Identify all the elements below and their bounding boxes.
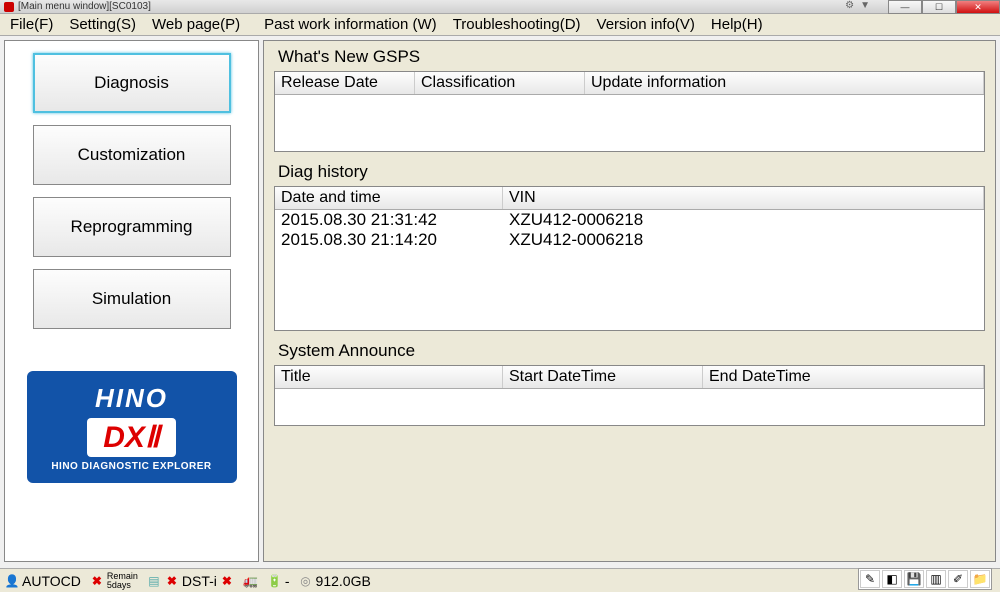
app-icon [4,2,14,12]
server-icon: ▤ [146,573,162,589]
pen-icon[interactable]: ✎ [860,570,880,588]
table-row[interactable]: 2015.08.30 21:14:20 XZU412-0006218 [275,230,984,250]
status-user: 👤 AUTOCD [4,573,81,589]
titlebar: [Main menu window][SC0103] ⚙ ▼ — ☐ ✕ [0,0,1000,14]
folder-icon[interactable]: 📁 [970,570,990,588]
truck-icon: 🚛 [243,573,259,589]
cell-datetime: 2015.08.30 21:14:20 [275,230,503,250]
cell-datetime: 2015.08.30 21:31:42 [275,210,503,230]
menu-help[interactable]: Help(H) [703,16,771,33]
disk-size: 912.0GB [316,573,371,589]
whats-new-title: What's New GSPS [274,47,985,67]
menu-troubleshoot[interactable]: Troubleshooting(D) [445,16,589,33]
col-classification[interactable]: Classification [415,72,585,94]
right-panel: What's New GSPS Release Date Classificat… [263,40,996,562]
status-disk: ◎ 912.0GB [298,573,371,589]
tool-palette: ✎ ◧ 💾 ▥ ✐ 📁 [858,568,992,590]
statusbar: 👤 AUTOCD ✖ Remain 5days ▤ ✖ DST-i ✖ 🚛 🔋 … [0,568,1000,592]
x-icon: ✖ [219,573,235,589]
disk-icon: ◎ [298,573,314,589]
whats-new-table[interactable]: Release Date Classification Update infor… [274,71,985,152]
col-title[interactable]: Title [275,366,503,388]
col-vin[interactable]: VIN [503,187,984,209]
status-server: ▤ ✖ DST-i ✖ [146,573,235,589]
diag-history-table[interactable]: Date and time VIN 2015.08.30 21:31:42 XZ… [274,186,985,331]
col-update-info[interactable]: Update information [585,72,984,94]
user-icon: 👤 [4,573,20,589]
nav-simulation[interactable]: Simulation [33,269,231,329]
x-icon: ✖ [164,573,180,589]
battery-icon: 🔋 [267,573,283,589]
save-icon[interactable]: 💾 [904,570,924,588]
diag-history-section: Diag history Date and time VIN 2015.08.3… [274,162,985,331]
cell-vin: XZU412-0006218 [503,210,984,230]
remain-days: 5days [107,580,131,590]
nav-reprogramming[interactable]: Reprogramming [33,197,231,257]
menu-file[interactable]: File(F) [2,16,61,33]
edit-icon[interactable]: ✐ [948,570,968,588]
aux-window-icons: ⚙ ▼ [845,0,870,11]
color-icon[interactable]: ▥ [926,570,946,588]
close-button[interactable]: ✕ [956,0,1000,14]
system-announce-table[interactable]: Title Start DateTime End DateTime [274,365,985,426]
gear-icon[interactable]: ⚙ [845,0,854,11]
warning-icon: ✖ [89,573,105,589]
window-title: [Main menu window][SC0103] [18,1,151,12]
logo-product: DXⅡ [87,418,175,457]
dst-label: DST-i [182,573,217,589]
status-truck: 🚛 [243,573,259,589]
menubar: File(F) Setting(S) Web page(P) Past work… [0,14,1000,36]
cell-vin: XZU412-0006218 [503,230,984,250]
status-remain: ✖ Remain 5days [89,572,138,590]
minimize-button[interactable]: — [888,0,922,14]
brand-logo: HINO DXⅡ HINO DIAGNOSTIC EXPLORER [27,371,237,483]
expand-icon[interactable]: ▼ [860,0,870,11]
system-announce-title: System Announce [274,341,985,361]
menu-webpage[interactable]: Web page(P) [144,16,248,33]
maximize-button[interactable]: ☐ [922,0,956,14]
nav-diagnosis[interactable]: Diagnosis [33,53,231,113]
logo-brand: HINO [95,383,168,414]
col-start-datetime[interactable]: Start DateTime [503,366,703,388]
table-row[interactable]: 2015.08.30 21:31:42 XZU412-0006218 [275,210,984,230]
col-release-date[interactable]: Release Date [275,72,415,94]
nav-customization[interactable]: Customization [33,125,231,185]
logo-subtitle: HINO DIAGNOSTIC EXPLORER [51,461,211,472]
menu-pastwork[interactable]: Past work information (W) [256,16,445,33]
col-datetime[interactable]: Date and time [275,187,503,209]
diag-history-title: Diag history [274,162,985,182]
col-end-datetime[interactable]: End DateTime [703,366,984,388]
status-battery: 🔋 - [267,573,290,589]
user-label: AUTOCD [22,573,81,589]
menu-version[interactable]: Version info(V) [589,16,703,33]
system-announce-section: System Announce Title Start DateTime End… [274,341,985,426]
left-panel: Diagnosis Customization Reprogramming Si… [4,40,259,562]
battery-dash: - [285,573,290,589]
menu-setting[interactable]: Setting(S) [61,16,144,33]
whats-new-section: What's New GSPS Release Date Classificat… [274,47,985,152]
eraser-icon[interactable]: ◧ [882,570,902,588]
